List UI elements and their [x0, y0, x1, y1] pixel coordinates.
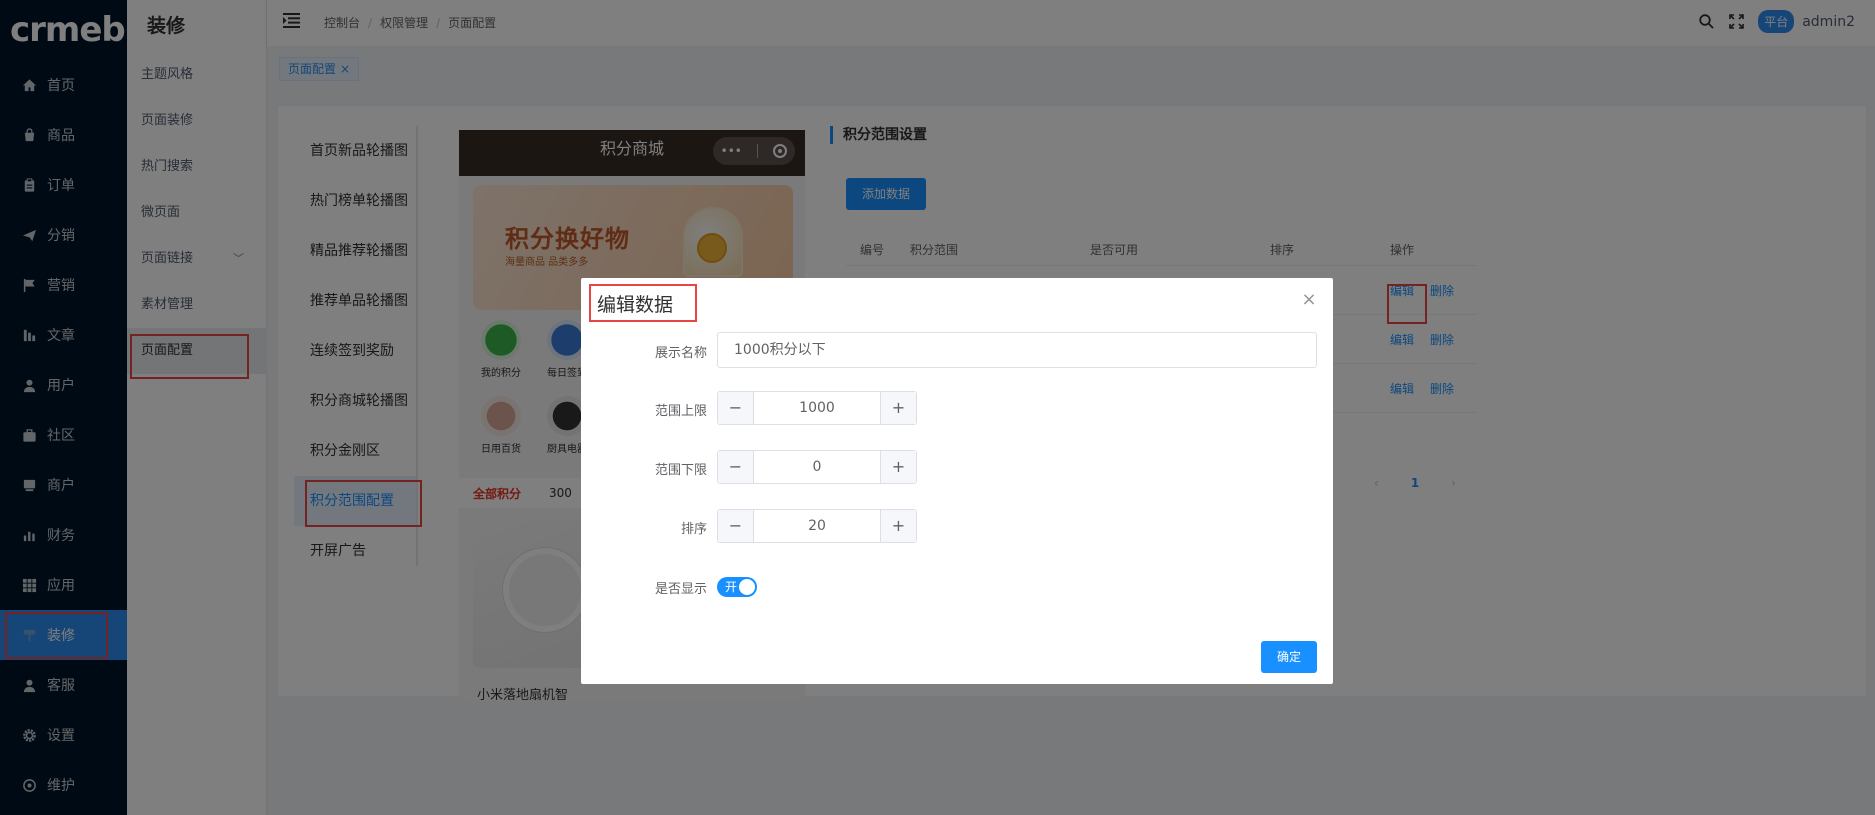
- lower-limit-stepper: − 0 +: [717, 450, 917, 484]
- increase-button[interactable]: +: [880, 510, 916, 542]
- decrease-button[interactable]: −: [718, 451, 754, 483]
- display-name-label: 展示名称: [654, 346, 707, 361]
- highlight-dialog-title: [589, 284, 697, 322]
- toggle-knob: [739, 579, 755, 595]
- show-label: 是否显示: [654, 582, 707, 597]
- sort-stepper: − 20 +: [717, 509, 917, 543]
- decrease-button[interactable]: −: [718, 510, 754, 542]
- increase-button[interactable]: +: [880, 392, 916, 424]
- upper-limit-input[interactable]: 1000: [754, 392, 880, 424]
- display-name-input[interactable]: 1000积分以下: [717, 332, 1317, 368]
- show-toggle[interactable]: 开: [717, 577, 757, 597]
- decrease-button[interactable]: −: [718, 392, 754, 424]
- confirm-button[interactable]: 确定: [1261, 641, 1317, 673]
- sort-label: 排序: [680, 522, 707, 537]
- toggle-text: 开: [725, 580, 738, 594]
- upper-limit-stepper: − 1000 +: [717, 391, 917, 425]
- app-root: crmeb ® 首页商品订单分销营销文章用户社区商户财务应用装修客服设置维护 装…: [0, 0, 1875, 815]
- increase-button[interactable]: +: [880, 451, 916, 483]
- lower-limit-label: 范围下限: [654, 463, 707, 478]
- edit-data-dialog: 编辑数据 × 展示名称 1000积分以下 范围上限 − 1000 + 范围下限 …: [581, 278, 1333, 684]
- sort-input[interactable]: 20: [754, 510, 880, 542]
- lower-limit-input[interactable]: 0: [754, 451, 880, 483]
- upper-limit-label: 范围上限: [654, 404, 707, 419]
- close-icon[interactable]: ×: [1299, 290, 1319, 310]
